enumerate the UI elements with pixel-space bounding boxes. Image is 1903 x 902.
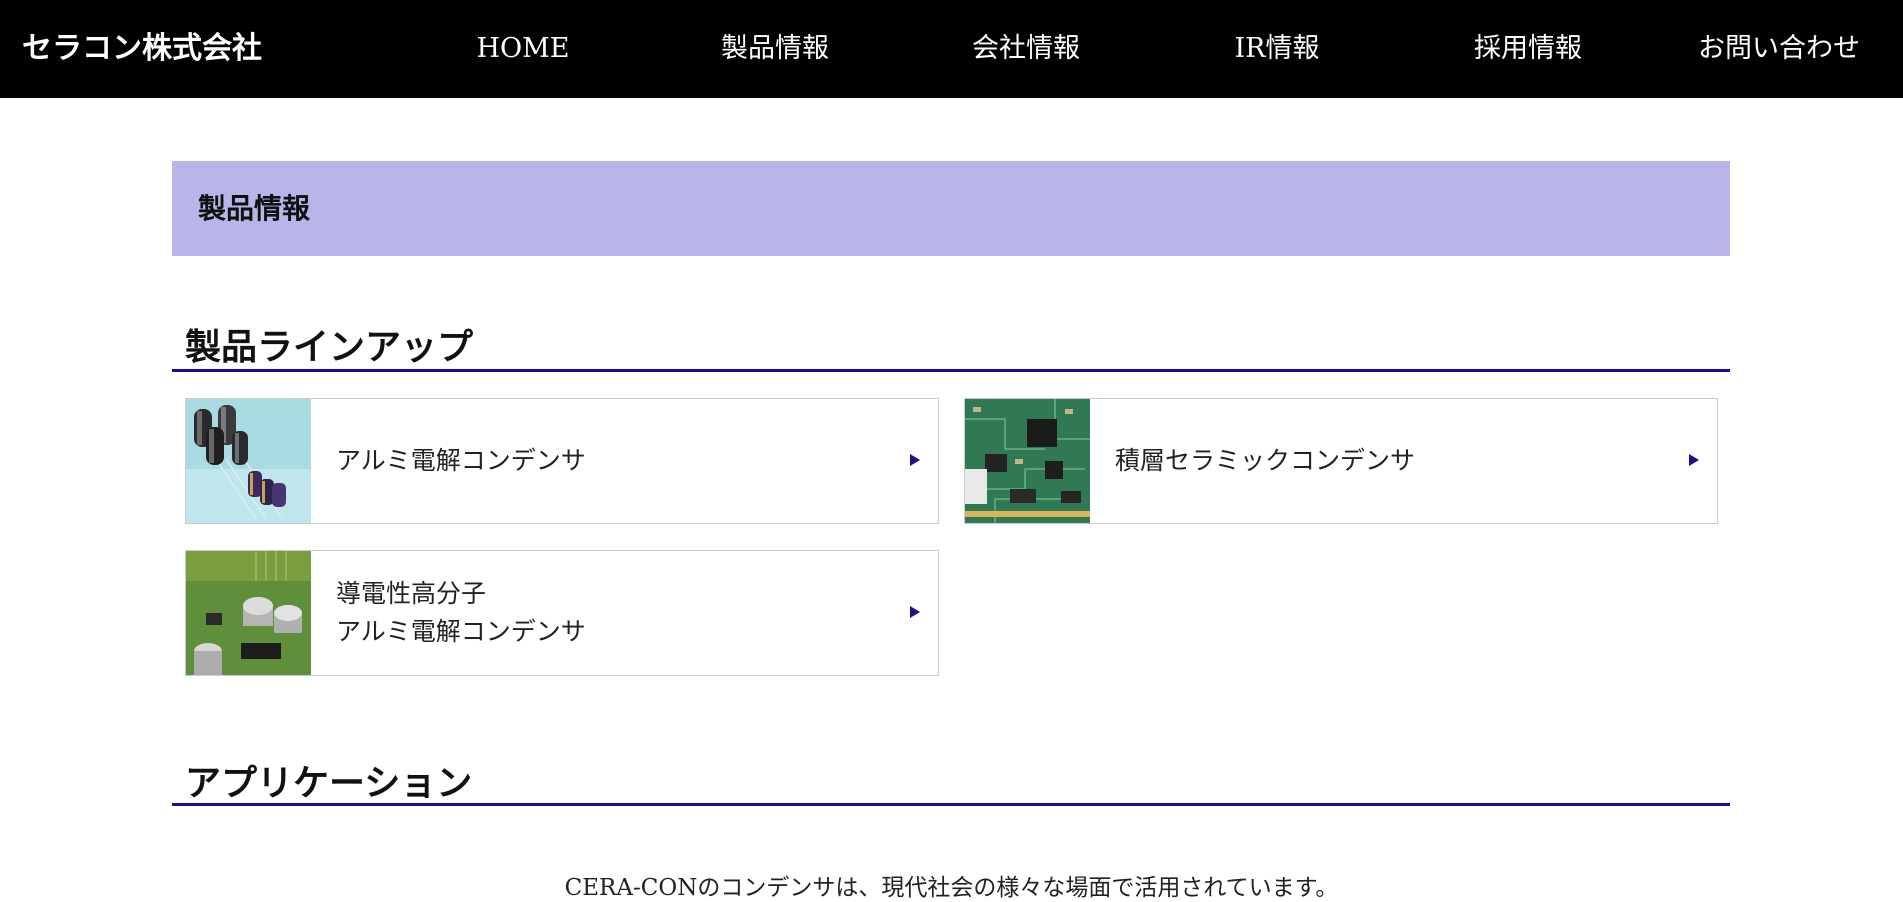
product-label: 積層セラミックコンデンサ xyxy=(1115,399,1415,523)
product-card-conductive-polymer[interactable]: 導電性高分子 アルミ電解コンデンサ xyxy=(185,550,939,676)
lineup-heading: 製品ラインアップ xyxy=(185,327,474,368)
chevron-right-icon xyxy=(1689,454,1699,466)
applications-divider xyxy=(172,803,1730,806)
site-logo[interactable]: セラコン株式会社 xyxy=(22,0,262,98)
nav-ir[interactable]: IR情報 xyxy=(1187,0,1367,98)
product-label: アルミ電解コンデンサ xyxy=(336,399,586,523)
product-name-line2: アルミ電解コンデンサ xyxy=(336,617,586,646)
page-banner: 製品情報 xyxy=(172,161,1730,256)
product-name-line1: 積層セラミックコンデンサ xyxy=(1115,446,1416,475)
product-card-aluminum-electrolytic[interactable]: アルミ電解コンデンサ xyxy=(185,398,939,524)
circuit-board-photo xyxy=(965,399,1090,523)
nav-products[interactable]: 製品情報 xyxy=(685,0,865,98)
chevron-right-icon xyxy=(910,454,920,466)
nav-contact[interactable]: お問い合わせ xyxy=(1689,0,1869,98)
page-title: 製品情報 xyxy=(198,192,311,225)
chevron-right-icon xyxy=(910,606,920,618)
product-name-line1: アルミ電解コンデンサ xyxy=(336,446,586,475)
product-card-multilayer-ceramic[interactable]: 積層セラミックコンデンサ xyxy=(964,398,1718,524)
lineup-divider xyxy=(172,369,1730,372)
product-name-line1: 導電性高分子 xyxy=(336,579,487,608)
pcb-capacitor-photo xyxy=(186,551,311,675)
applications-heading: アプリケーション xyxy=(185,763,473,804)
nav-company[interactable]: 会社情報 xyxy=(936,0,1116,98)
nav-recruit[interactable]: 採用情報 xyxy=(1438,0,1618,98)
product-label: 導電性高分子 アルミ電解コンデンサ xyxy=(336,551,586,675)
nav-home[interactable]: HOME xyxy=(433,0,613,98)
site-header: セラコン株式会社 HOME 製品情報 会社情報 IR情報 採用情報 お問い合わせ xyxy=(0,0,1903,98)
capacitor-photo xyxy=(186,399,311,523)
